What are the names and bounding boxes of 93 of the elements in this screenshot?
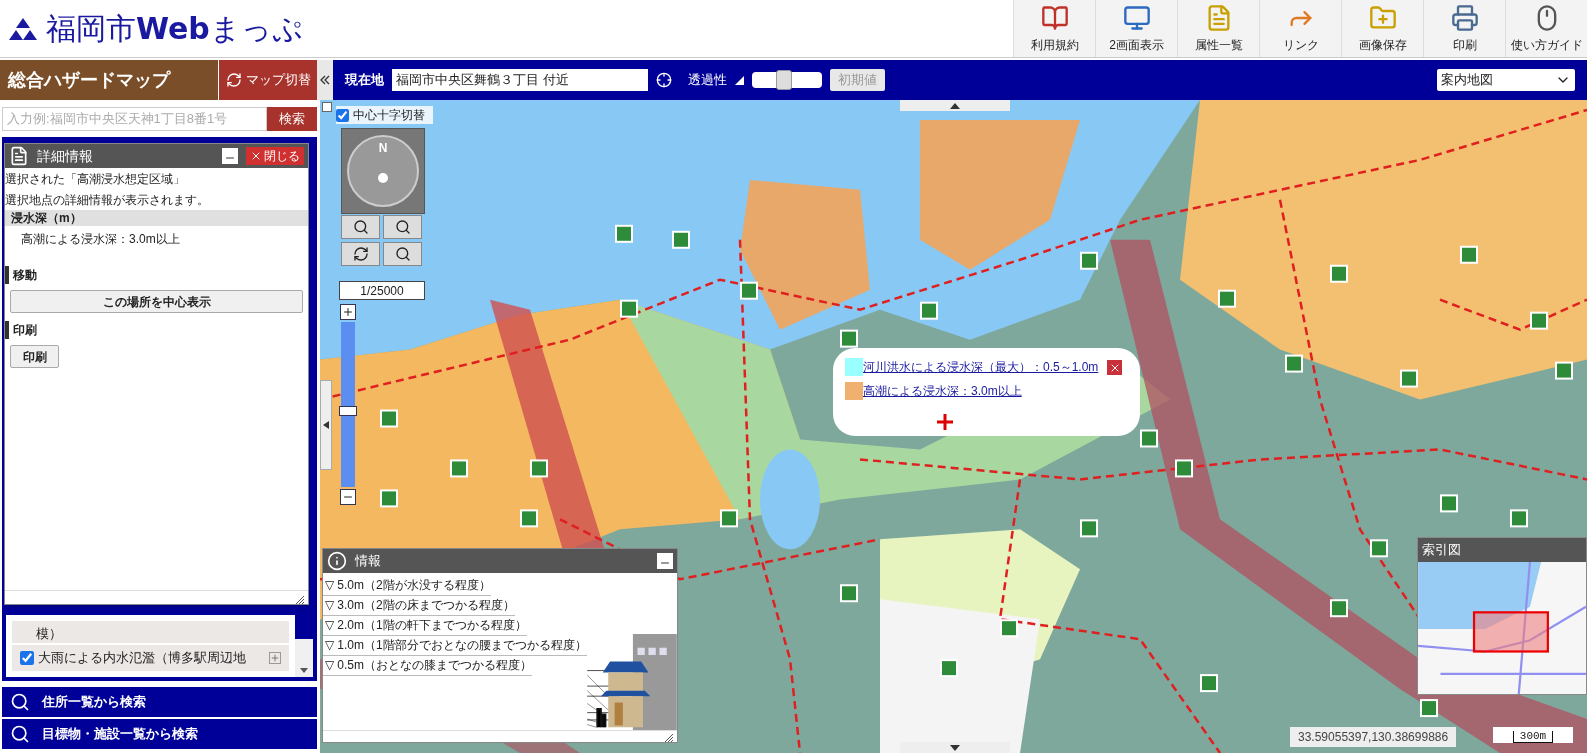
crosshair-marker-icon bbox=[937, 414, 953, 430]
north-label: N bbox=[378, 140, 388, 157]
section-heading: 印刷 bbox=[5, 321, 308, 339]
legend-link[interactable]: 高潮による浸水深：3.0m以上 bbox=[863, 382, 1022, 400]
detail-text: 選択地点の詳細情報が表示されます。 bbox=[5, 191, 210, 209]
print-button[interactable]: 印刷 bbox=[10, 345, 59, 368]
zoom-thumb[interactable] bbox=[339, 406, 357, 417]
scale-bar: 300m bbox=[1493, 727, 1573, 743]
book-icon bbox=[1040, 3, 1069, 32]
window-title: 情報 bbox=[355, 552, 382, 571]
address-search-field[interactable]: 入力例:福岡市中央区天神1丁目8番1号 bbox=[2, 107, 267, 131]
folder-icon bbox=[1368, 3, 1397, 32]
search-icon bbox=[10, 692, 30, 712]
search-icon bbox=[10, 724, 30, 744]
down-arrow-icon bbox=[950, 744, 960, 751]
collapse-panel-button[interactable] bbox=[317, 60, 333, 100]
search-list-button[interactable]: 目標物・施設一覧から検索 bbox=[2, 719, 317, 749]
depth-label: ▽ 0.5m（おとなの膝までつかる程度） bbox=[323, 656, 532, 676]
close-button[interactable]: 閉じる bbox=[246, 147, 304, 165]
expand-icon[interactable] bbox=[269, 652, 281, 664]
up-arrow-icon bbox=[950, 102, 960, 109]
center-map-button[interactable]: この場所を中心表示 bbox=[10, 290, 303, 313]
legend-link[interactable]: 河川洪水による浸水深（最大）：0.5～1.0m bbox=[863, 358, 1099, 376]
map-switch-button[interactable]: マップ切替 bbox=[218, 60, 317, 100]
refresh-icon bbox=[225, 72, 242, 88]
crosshair-icon[interactable] bbox=[656, 72, 672, 88]
map-tool-button[interactable] bbox=[341, 215, 380, 239]
plus-icon bbox=[342, 306, 354, 318]
map-category-title: 総合ハザードマップ bbox=[0, 60, 218, 100]
resize-grip-icon[interactable] bbox=[296, 596, 304, 604]
layer-item: 模） bbox=[12, 621, 289, 643]
scale-ratio: 1/25000 bbox=[339, 281, 425, 300]
magnifier-icon bbox=[394, 219, 411, 235]
toolbar-button[interactable]: リンク bbox=[1259, 0, 1341, 57]
toolbar-button[interactable]: 利用規約 bbox=[1013, 0, 1095, 57]
map-left-handle[interactable] bbox=[320, 380, 332, 470]
search-list-button[interactable]: 住所一覧から検索 bbox=[2, 687, 317, 717]
window-title: 索引図 bbox=[1422, 541, 1462, 560]
minimize-button[interactable] bbox=[222, 148, 238, 164]
slider-thumb[interactable] bbox=[775, 70, 792, 90]
crosshair-checkbox[interactable] bbox=[336, 108, 349, 122]
base-map-select[interactable]: 案内地図 bbox=[1437, 69, 1575, 91]
zoom-out-button[interactable] bbox=[340, 489, 356, 505]
detail-value: 高潮による浸水深：3.0m以上 bbox=[20, 231, 181, 248]
location-label: 現在地 bbox=[345, 71, 384, 90]
map-view[interactable]: 中心十字切替 N 1/25000 河川洪水による浸水深（最大）：0.5～1.0m 高潮による浸水深：3.0m以上 情報 ▽ 5.0m（2階が水没する程度） ▽ 3.0m（2階の床までつかる程度） ▽ 2.0m（1階の軒下までつかる程度） ▽ 1.0m（1階部分でおとなの腰までつかる程度） ▽ 0.5m（おとなの膝までつかる程度） 索引図 33.59055397,130.38699886 300m bbox=[320, 100, 1587, 753]
transparency-label: 透過性 bbox=[688, 71, 727, 90]
magnifier-icon bbox=[352, 219, 369, 235]
depth-label: ▽ 5.0m（2階が水没する程度） bbox=[323, 576, 491, 596]
toolbar-button[interactable]: 印刷 bbox=[1423, 0, 1505, 57]
crosshair-toggle[interactable]: 中心十字切替 bbox=[336, 106, 433, 124]
scroll-down-icon bbox=[300, 668, 308, 673]
zoom-in-button[interactable] bbox=[340, 304, 356, 320]
toolbar-button[interactable]: 画像保存 bbox=[1341, 0, 1423, 57]
layer-checkbox[interactable] bbox=[20, 651, 34, 665]
map-bottom-handle[interactable] bbox=[900, 742, 1010, 753]
close-icon bbox=[250, 150, 262, 162]
search-button[interactable]: 検索 bbox=[267, 107, 317, 131]
zoom-slider[interactable] bbox=[341, 322, 355, 487]
depth-label: ▽ 3.0m（2階の床までつかる程度） bbox=[323, 596, 515, 616]
detail-text: 選択された「高潮浸水想定区域」 bbox=[5, 170, 186, 188]
index-map-drawing[interactable] bbox=[1418, 562, 1586, 694]
map-tool-button[interactable] bbox=[383, 215, 422, 239]
section-heading: 移動 bbox=[5, 266, 308, 284]
location-field[interactable]: 福岡市中央区舞鶴３丁目 付近 bbox=[392, 69, 648, 91]
map-tool-button[interactable] bbox=[383, 242, 422, 266]
coordinates-readout: 33.59055397,130.38699886 bbox=[1290, 727, 1457, 747]
magnifier-icon bbox=[394, 246, 411, 262]
section-header: 浸水深（m） bbox=[5, 210, 308, 226]
left-arrow-icon bbox=[323, 421, 329, 429]
scrollbar[interactable] bbox=[295, 639, 313, 677]
window-title: 詳細情報 bbox=[37, 146, 94, 166]
toolbar-button[interactable]: 属性一覧 bbox=[1177, 0, 1259, 57]
rotate-icon bbox=[352, 246, 369, 262]
toolbar-button[interactable]: 2画面表示 bbox=[1095, 0, 1177, 57]
triangle-icon bbox=[735, 75, 744, 85]
double-chevron-icon bbox=[320, 75, 330, 85]
site-logo: 福岡市Webまっぷ bbox=[46, 10, 303, 48]
toolbar-button[interactable]: 使い方ガイド bbox=[1505, 0, 1587, 57]
depth-label: ▽ 1.0m（1階部分でおとなの腰までつかる程度） bbox=[323, 636, 587, 656]
minimize-button[interactable] bbox=[657, 553, 673, 569]
printer-icon bbox=[1450, 3, 1479, 32]
info-icon bbox=[327, 551, 347, 571]
document-icon bbox=[9, 146, 29, 166]
monitor-icon bbox=[1122, 3, 1151, 32]
map-top-handle[interactable] bbox=[900, 100, 1010, 111]
depth-label: ▽ 2.0m（1階の軒下までつかる程度） bbox=[323, 616, 527, 636]
close-button[interactable] bbox=[1107, 360, 1122, 375]
corner-toggle-icon[interactable] bbox=[322, 102, 332, 112]
transparency-slider[interactable] bbox=[752, 72, 822, 88]
layer-item[interactable]: 大雨による内水氾濫（博多駅周辺地 bbox=[12, 645, 289, 671]
map-tool-button[interactable] bbox=[341, 242, 380, 266]
resize-grip-icon[interactable] bbox=[665, 734, 673, 742]
